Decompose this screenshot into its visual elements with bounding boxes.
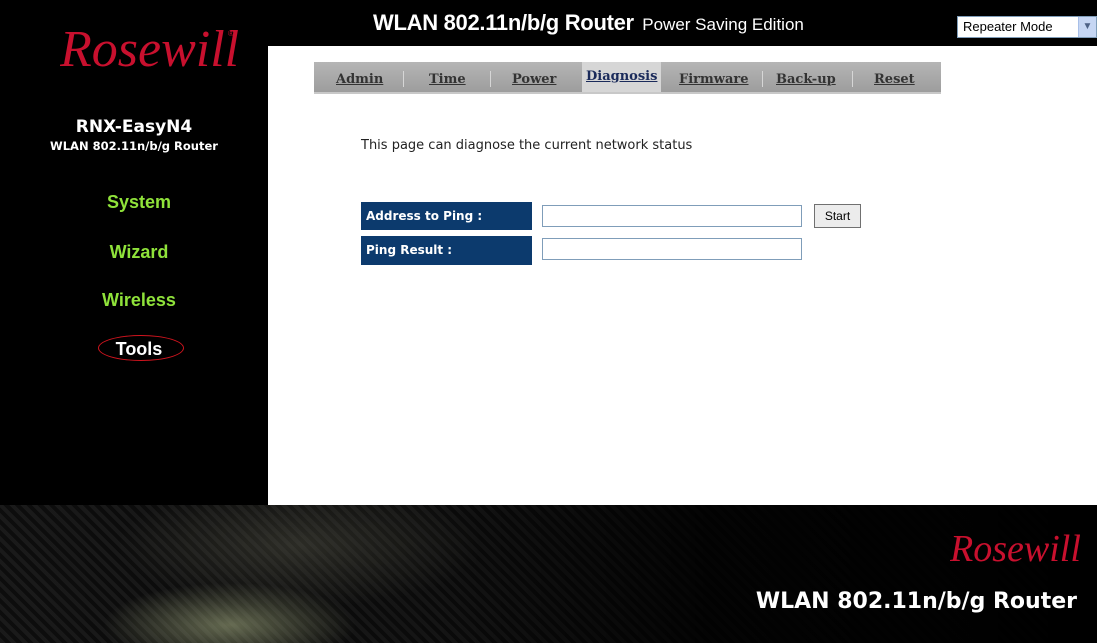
tab-divider bbox=[762, 71, 763, 87]
router-title: WLAN 802.11n/b/g Router bbox=[373, 10, 634, 35]
tab-reset[interactable]: Reset bbox=[874, 72, 915, 87]
svg-text:®: ® bbox=[228, 29, 234, 38]
footer-fade bbox=[0, 505, 1097, 643]
device-name: RNX-EasyN4 bbox=[75, 117, 193, 137]
device-subtitle: WLAN 802.11n/b/g Router bbox=[50, 139, 218, 153]
rosewill-logo: Rosewill ® bbox=[60, 21, 239, 78]
tab-diagnosis[interactable]: Diagnosis bbox=[582, 62, 662, 92]
sidebar-item-system[interactable]: System bbox=[0, 192, 278, 213]
chevron-down-icon[interactable]: ▼ bbox=[1078, 17, 1096, 37]
tab-divider bbox=[490, 71, 491, 87]
ping-result-field[interactable] bbox=[542, 238, 802, 260]
mode-select-value: Repeater Mode bbox=[963, 19, 1053, 34]
edition-subtitle: Power Saving Edition bbox=[642, 15, 804, 34]
tab-firmware[interactable]: Firmware bbox=[679, 72, 749, 87]
ping-result-label: Ping Result : bbox=[361, 236, 532, 265]
address-to-ping-label: Address to Ping : bbox=[361, 202, 532, 230]
mode-select[interactable]: Repeater Mode ▼ bbox=[957, 16, 1097, 38]
footer-banner: Rosewill WLAN 802.11n/b/g Router bbox=[0, 505, 1097, 643]
main-content: Admin Time Power Diagnosis Firmware Back… bbox=[268, 46, 1097, 505]
sidebar-item-wireless[interactable]: Wireless bbox=[0, 290, 278, 311]
tab-admin[interactable]: Admin bbox=[336, 72, 383, 87]
footer-logo-text: Rosewill bbox=[950, 528, 1080, 569]
tools-tab-bar: Admin Time Power Diagnosis Firmware Back… bbox=[314, 62, 941, 94]
tab-time[interactable]: Time bbox=[429, 72, 466, 87]
address-to-ping-input[interactable] bbox=[542, 205, 802, 227]
tab-divider bbox=[403, 71, 404, 87]
tab-back-up[interactable]: Back-up bbox=[776, 72, 836, 87]
start-button[interactable]: Start bbox=[814, 204, 861, 228]
sidebar-item-wizard[interactable]: Wizard bbox=[0, 242, 278, 263]
page-description: This page can diagnose the current netwo… bbox=[361, 138, 693, 153]
footer-title: WLAN 802.11n/b/g Router bbox=[755, 589, 1077, 614]
sidebar-item-tools[interactable]: Tools bbox=[0, 339, 278, 360]
tab-power[interactable]: Power bbox=[512, 72, 556, 87]
page-header-title: WLAN 802.11n/b/g Router Power Saving Edi… bbox=[373, 10, 804, 36]
logo-text: Rosewill bbox=[60, 21, 239, 78]
rosewill-footer-logo: Rosewill bbox=[950, 528, 1080, 569]
tab-divider bbox=[852, 71, 853, 87]
sidebar: Rosewill ® RNX-EasyN4 WLAN 802.11n/b/g R… bbox=[0, 0, 268, 505]
